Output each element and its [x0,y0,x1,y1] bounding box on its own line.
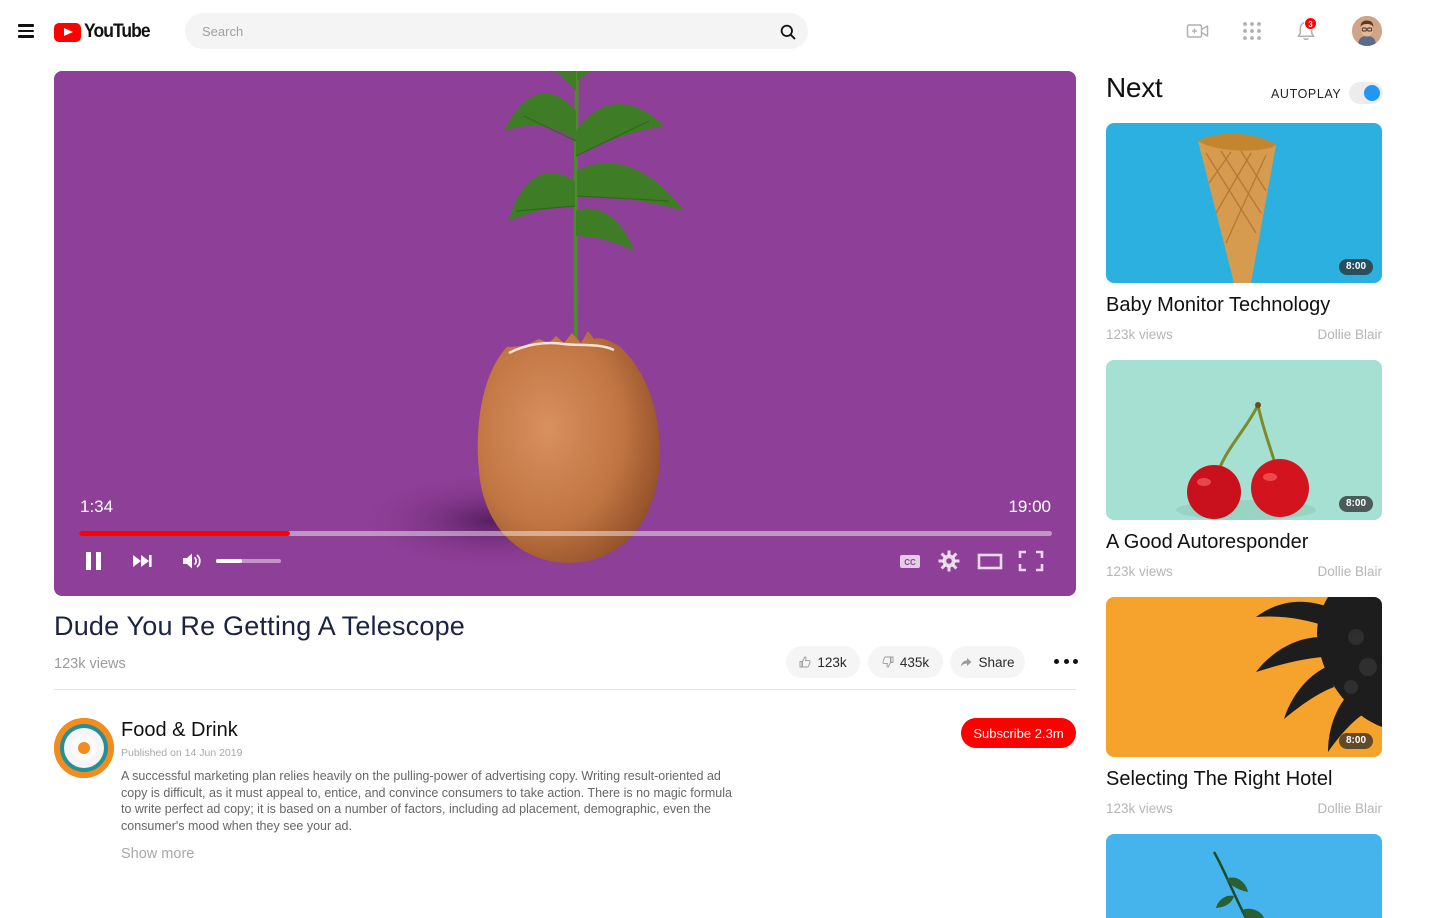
like-count: 123k [817,654,847,670]
progress-fill [79,531,291,536]
video-thumbnail[interactable]: 8:00 [1106,597,1382,757]
duration-badge: 8:00 [1338,733,1373,749]
cherries-image [1176,402,1316,520]
video-player[interactable]: 1:34 19:00 CC [54,71,1076,596]
video-views: 123k views [54,656,126,672]
thumbs-up-icon [799,656,811,668]
card-author[interactable]: Dollie Blair [1282,801,1382,816]
closed-captions-icon[interactable]: CC [898,549,922,573]
card-views: 123k views [1106,801,1173,816]
plant-sprig-image [1212,851,1264,918]
volume-level [216,559,242,563]
video-camera-icon[interactable] [1186,19,1210,43]
card-title[interactable]: A Good Autoresponder [1106,531,1308,554]
autoplay-label: AUTOPLAY [1271,87,1342,101]
more-options-icon[interactable] [1054,654,1078,668]
card-title[interactable]: Baby Monitor Technology [1106,294,1330,317]
like-button[interactable]: 123k [786,646,860,678]
notification-badge: 3 [1304,17,1317,30]
autoplay-toggle[interactable] [1349,82,1383,104]
youtube-logo[interactable]: YouTube [54,20,155,44]
show-more-link[interactable]: Show more [121,846,194,862]
channel-name[interactable]: Food & Drink [121,719,238,742]
channel-logo-image [54,718,114,778]
card-author[interactable]: Dollie Blair [1282,327,1382,342]
pineapple-leaves-image [1256,597,1382,752]
card-views: 123k views [1106,327,1173,342]
search-bar [185,13,808,49]
video-description: A successful marketing plan relies heavi… [121,769,732,833]
avatar-image [1352,16,1382,46]
search-input[interactable] [202,22,762,40]
duration-badge: 8:00 [1338,259,1373,275]
share-button[interactable]: Share [950,646,1025,678]
dislike-count: 435k [899,654,930,670]
subscribe-button[interactable]: Subscribe 2.3m [961,718,1076,748]
fullscreen-icon[interactable] [1018,549,1044,573]
settings-gear-icon[interactable] [937,549,961,573]
youtube-play-icon [54,22,81,42]
channel-avatar[interactable] [54,718,114,778]
top-bar: YouTube 3 [0,0,1444,62]
up-next-heading: Next [1106,72,1163,103]
ice-cream-cone-image [1198,133,1276,283]
dislike-button[interactable]: 435k [868,646,943,678]
volume-icon[interactable] [180,549,204,573]
card-views: 123k views [1106,564,1173,579]
duration-badge: 8:00 [1338,496,1373,512]
menu-icon[interactable] [18,24,34,38]
pause-icon[interactable] [84,549,104,573]
video-thumbnail[interactable]: 8:00 [1106,360,1382,520]
skip-next-icon[interactable] [131,549,155,573]
share-arrow-icon [961,658,972,667]
theater-mode-icon[interactable] [977,549,1003,573]
share-label: Share [978,654,1015,670]
video-title: Dude You Re Getting A Telescope [54,611,466,641]
divider [54,689,1076,690]
card-title[interactable]: Selecting The Right Hotel [1106,768,1332,791]
progress-bar[interactable] [79,531,1052,536]
publish-date: Published on 14 Jun 2019 [121,747,243,759]
user-avatar[interactable] [1352,16,1382,46]
total-time: 19:00 [1008,497,1051,516]
card-author[interactable]: Dollie Blair [1282,564,1382,579]
svg-text:CC: CC [904,558,916,567]
apps-grid-icon[interactable] [1240,19,1264,43]
search-icon[interactable] [780,24,796,40]
video-frame [354,71,684,571]
video-thumbnail[interactable] [1106,834,1382,918]
current-time: 1:34 [80,497,114,516]
logo-text: YouTube [84,21,151,42]
toggle-knob [1364,85,1380,101]
thumbs-down-icon [882,656,894,668]
video-thumbnail[interactable]: 8:00 [1106,123,1382,283]
volume-slider[interactable] [216,559,281,563]
